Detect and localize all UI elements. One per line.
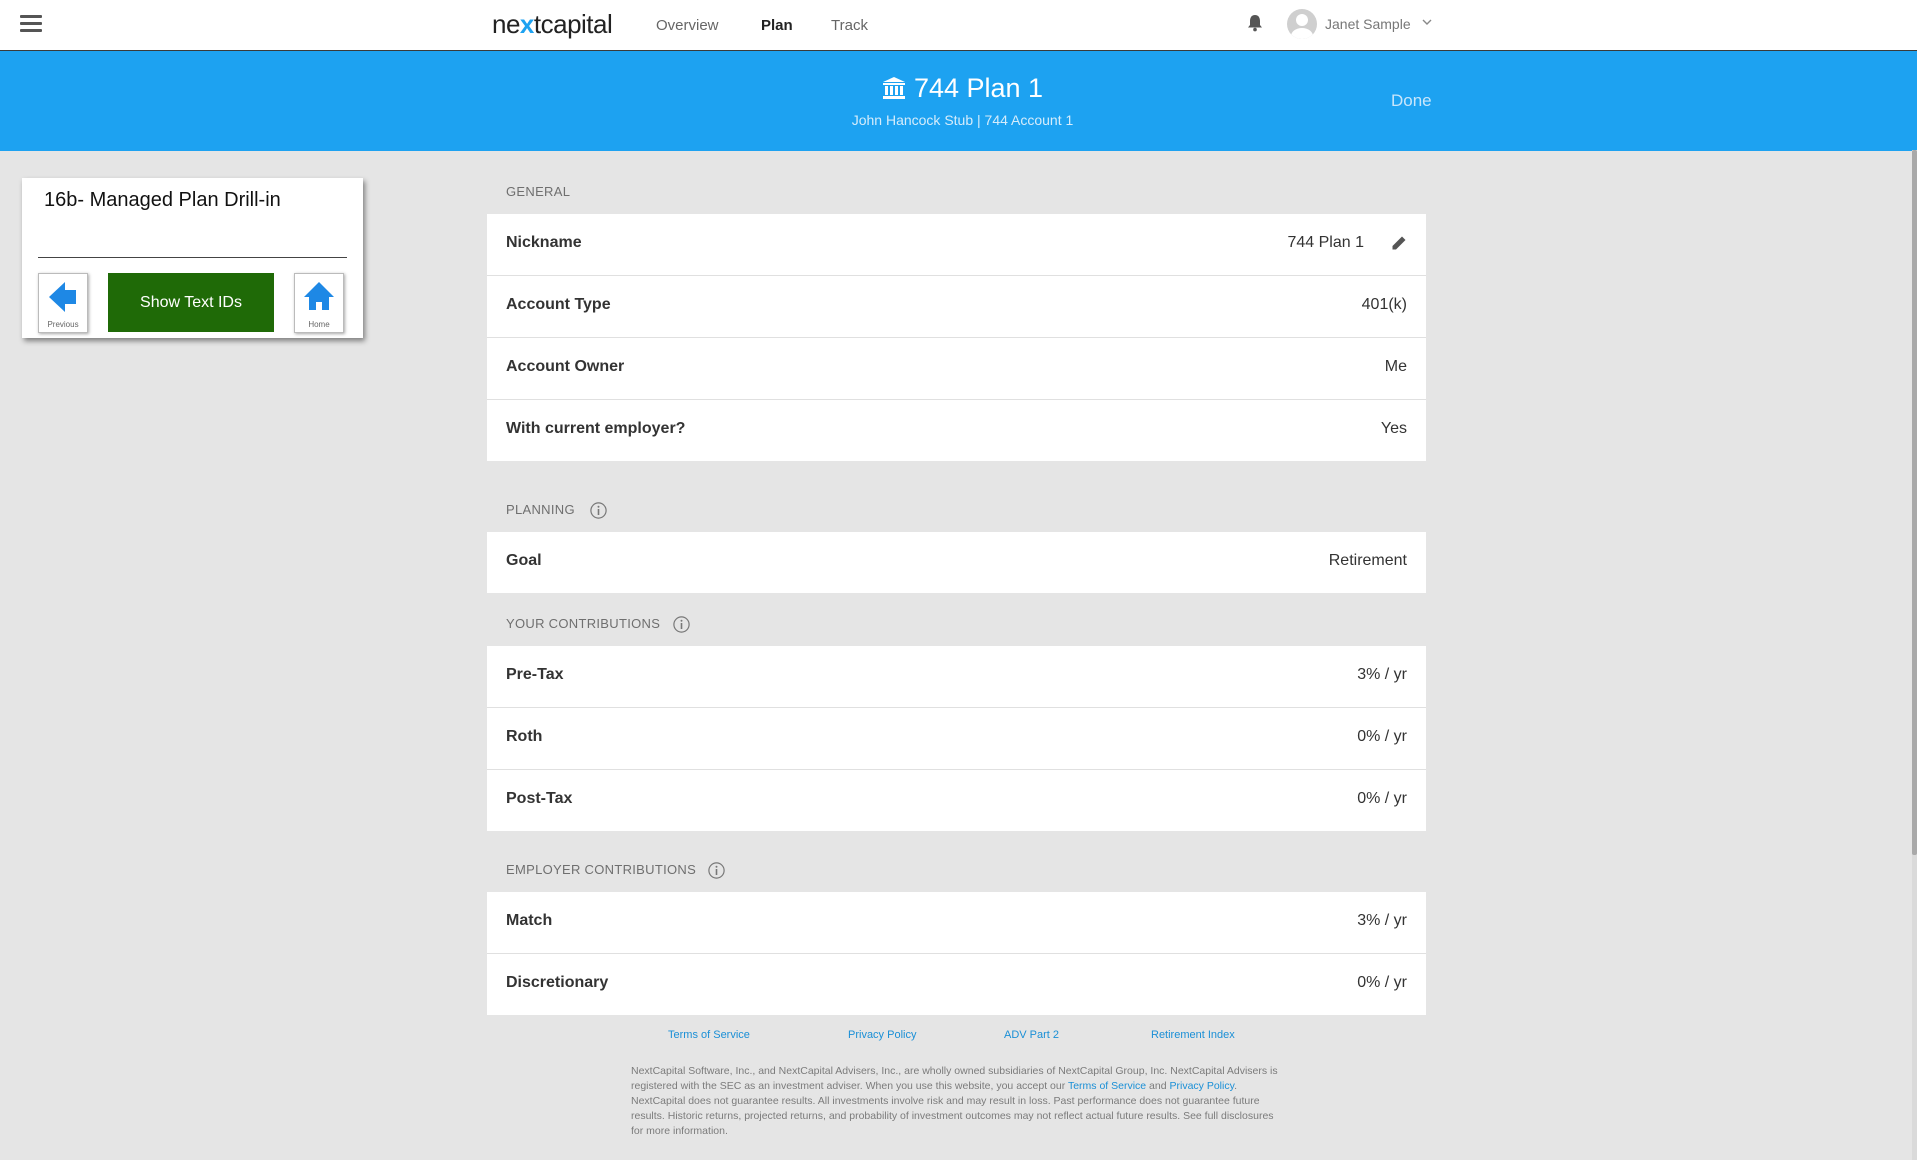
user-name[interactable]: Janet Sample [1325, 16, 1411, 32]
footer-disclaimer: NextCapital Software, Inc., and NextCapi… [631, 1064, 1281, 1139]
row-value: Yes [1380, 420, 1407, 437]
scrollbar[interactable] [1912, 150, 1917, 1160]
row-value: 3% / yr [1357, 912, 1407, 929]
row-value: 3% / yr [1357, 666, 1407, 683]
widget-title: 16b- Managed Plan Drill-in [44, 189, 281, 211]
divider [38, 257, 347, 258]
row-label: Nickname [506, 234, 582, 251]
row-nickname[interactable]: Nickname 744 Plan 1 [487, 214, 1426, 276]
row-value: Me [1384, 358, 1407, 375]
row-label: Match [506, 912, 553, 929]
row-value: Retirement [1328, 552, 1407, 569]
show-text-ids-button[interactable]: Show Text IDs [108, 273, 274, 332]
done-button[interactable]: Done [1391, 91, 1432, 111]
plan-title: 744 Plan 1 [0, 73, 1917, 104]
section-general-label: GENERAL [506, 184, 571, 199]
home-label: Home [308, 320, 330, 329]
row-label: Goal [506, 552, 542, 569]
account-header: 744 Plan 1 John Hancock Stub | 744 Accou… [0, 50, 1917, 151]
disclaimer-text: and [1146, 1080, 1170, 1092]
row-label: Discretionary [506, 974, 609, 991]
previous-button[interactable]: Previous [38, 273, 88, 333]
disclaimer-terms-link[interactable]: Terms of Service [1068, 1080, 1146, 1092]
footer-link-adv[interactable]: ADV Part 2 [1004, 1029, 1059, 1041]
row-current-employer: With current employer? Yes [487, 400, 1426, 461]
menu-icon[interactable] [20, 15, 42, 33]
plan-title-text: 744 Plan 1 [913, 73, 1044, 103]
general-card: Nickname 744 Plan 1 Account Type 401(k) … [487, 214, 1426, 461]
row-discretionary: Discretionary 0% / yr [487, 954, 1426, 1015]
row-label: Pre-Tax [506, 666, 564, 683]
chevron-down-icon[interactable] [1421, 16, 1433, 28]
section-planning-label: PLANNING [506, 502, 575, 517]
arrow-left-icon [49, 282, 76, 312]
row-pre-tax: Pre-Tax 3% / yr [487, 646, 1426, 708]
footer-link-privacy[interactable]: Privacy Policy [848, 1029, 916, 1041]
nav-link-overview[interactable]: Overview [656, 17, 719, 34]
disclaimer-privacy-link[interactable]: Privacy Policy [1170, 1080, 1235, 1092]
row-label: Account Type [506, 296, 611, 313]
top-nav: nextcapital Overview Plan Track Janet Sa… [0, 0, 1917, 50]
footer-link-terms[interactable]: Terms of Service [668, 1029, 750, 1041]
previous-label: Previous [47, 320, 79, 329]
row-value: 744 Plan 1 [1287, 234, 1364, 251]
row-value: 401(k) [1361, 296, 1407, 313]
your-contributions-card: Pre-Tax 3% / yr Roth 0% / yr Post-Tax 0%… [487, 646, 1426, 831]
footer-link-retirement-index[interactable]: Retirement Index [1151, 1029, 1235, 1041]
nav-link-track[interactable]: Track [831, 17, 868, 34]
row-label: Account Owner [506, 358, 625, 375]
planning-card: Goal Retirement [487, 532, 1426, 593]
brand-logo[interactable]: nextcapital [492, 9, 613, 40]
row-match: Match 3% / yr [487, 892, 1426, 954]
home-icon [304, 282, 334, 310]
row-label: Roth [506, 728, 543, 745]
row-value: 0% / yr [1357, 790, 1407, 807]
annotation-widget: 16b- Managed Plan Drill-in Previous Show… [22, 178, 363, 338]
home-button[interactable]: Home [294, 273, 344, 333]
bell-icon[interactable] [1247, 14, 1263, 32]
row-value: 0% / yr [1357, 974, 1407, 991]
bank-icon [882, 77, 905, 99]
scrollbar-thumb[interactable] [1912, 150, 1917, 855]
nav-link-plan[interactable]: Plan [761, 17, 793, 34]
row-account-owner: Account Owner Me [487, 338, 1426, 400]
row-value: 0% / yr [1357, 728, 1407, 745]
section-employer-contributions-label: EMPLOYER CONTRIBUTIONS [506, 862, 697, 877]
employer-contributions-card: Match 3% / yr Discretionary 0% / yr [487, 892, 1426, 1015]
row-roth: Roth 0% / yr [487, 708, 1426, 770]
info-icon[interactable] [673, 616, 690, 633]
info-icon[interactable] [590, 502, 607, 519]
row-label: Post-Tax [506, 790, 573, 807]
row-goal: Goal Retirement [487, 532, 1426, 593]
section-your-contributions-label: YOUR CONTRIBUTIONS [506, 616, 661, 631]
info-icon[interactable] [708, 862, 725, 879]
pencil-icon[interactable] [1391, 235, 1407, 251]
row-post-tax: Post-Tax 0% / yr [487, 770, 1426, 831]
row-label: With current employer? [506, 420, 686, 437]
row-account-type: Account Type 401(k) [487, 276, 1426, 338]
plan-subtitle: John Hancock Stub | 744 Account 1 [851, 112, 1074, 128]
user-avatar-icon[interactable] [1287, 9, 1317, 39]
